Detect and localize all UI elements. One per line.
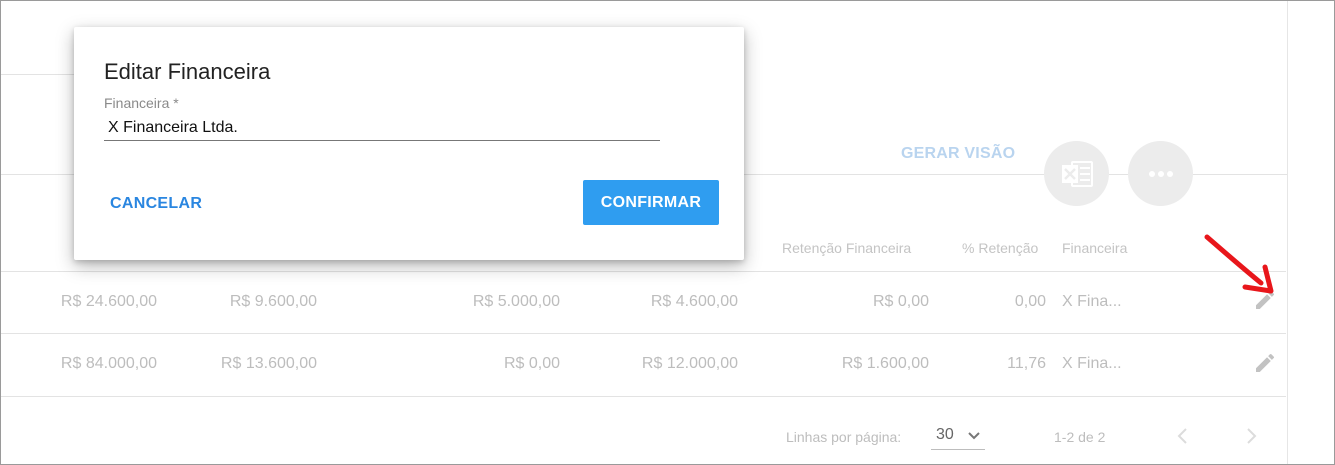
table-cell: 11,76 (1007, 355, 1046, 372)
cancel-button[interactable]: CANCELAR (98, 187, 214, 221)
excel-icon (1061, 160, 1093, 187)
table-cell: R$ 84.000,00 (60, 355, 157, 372)
row-divider (1, 396, 1286, 397)
col-header-financeira[interactable]: Financeira (1062, 240, 1127, 256)
financeira-field-label: Financeira * (104, 95, 179, 111)
table-cell: R$ 0,00 (503, 355, 560, 372)
confirm-button[interactable]: CONFIRMAR (583, 180, 719, 225)
pencil-icon[interactable] (1253, 351, 1277, 375)
gerar-visao-button[interactable]: GERAR VISÃO (901, 145, 1015, 163)
table-cell: R$ 0,00 (872, 293, 929, 310)
table-cell: 0,00 (1014, 293, 1046, 310)
financeira-input[interactable] (104, 115, 660, 141)
rows-per-page-select[interactable]: 30 (931, 423, 985, 450)
row-divider (1, 333, 1286, 334)
rows-per-page-label: Linhas por página: (786, 429, 902, 445)
chevron-right-icon[interactable] (1241, 426, 1261, 446)
col-header-retencao-financeira[interactable]: Retenção Financeira (782, 240, 911, 256)
header-divider (1, 74, 75, 75)
rows-per-page-value: 30 (936, 426, 954, 443)
more-horizontal-icon (1148, 170, 1173, 177)
edit-financeira-dialog: Editar Financeira Financeira * CANCELAR … (74, 27, 744, 260)
table-cell: X Fina... (1062, 293, 1122, 310)
more-options-button[interactable] (1128, 141, 1193, 206)
annotation-arrow-icon (1204, 234, 1274, 294)
chevron-down-icon (968, 432, 980, 440)
export-excel-button[interactable] (1044, 141, 1109, 206)
pagination-range: 1-2 de 2 (1054, 429, 1106, 445)
right-scroll-gutter (1287, 1, 1334, 464)
table-cell: R$ 9.600,00 (229, 293, 317, 310)
table-header-divider (1, 271, 1286, 272)
col-header-percent-retencao[interactable]: % Retenção (962, 240, 1038, 256)
table-cell: R$ 13.600,00 (220, 355, 317, 372)
chevron-left-icon[interactable] (1173, 426, 1193, 446)
table-cell: R$ 5.000,00 (472, 293, 560, 310)
table-cell: R$ 12.000,00 (641, 355, 738, 372)
table-cell: X Fina... (1062, 355, 1122, 372)
dialog-title: Editar Financeira (104, 59, 271, 84)
table-cell: R$ 1.600,00 (841, 355, 929, 372)
table-cell: R$ 4.600,00 (650, 293, 738, 310)
table-cell: R$ 24.600,00 (60, 293, 157, 310)
